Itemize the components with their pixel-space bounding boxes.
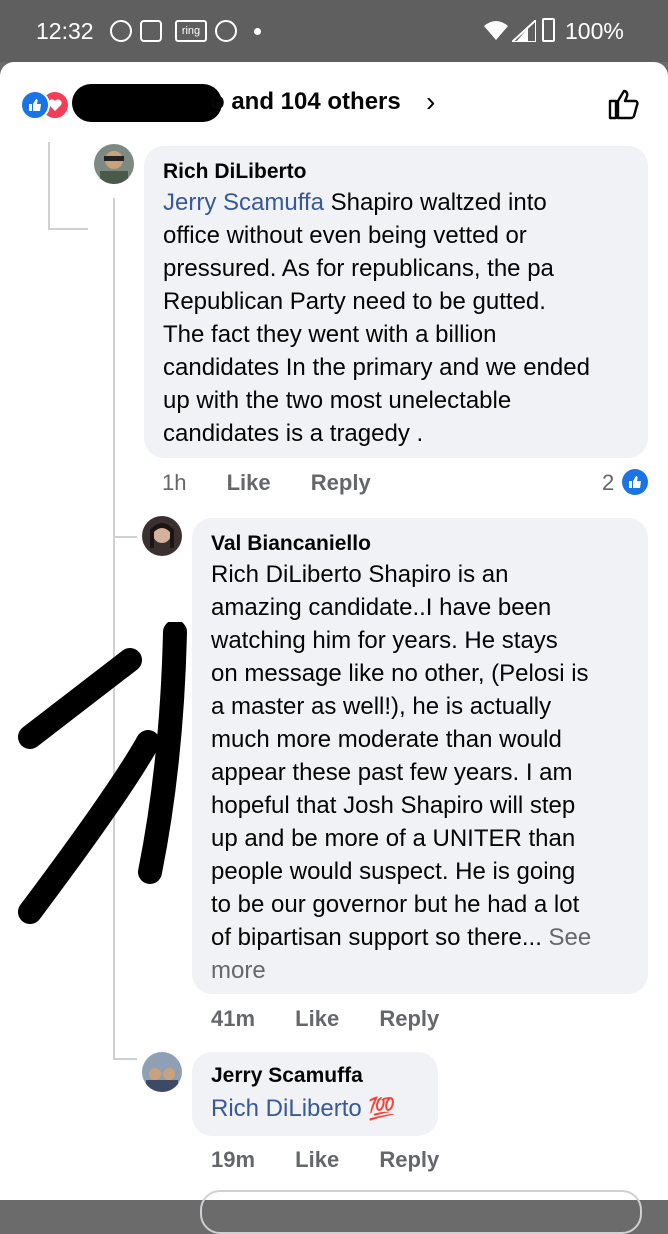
comment-line: up with the two most unelectable (163, 387, 512, 414)
ring-app-icon: ring (175, 20, 207, 42)
avatar[interactable] (94, 144, 134, 184)
comment-text: Rich DiLiberto 💯 (211, 1092, 396, 1125)
comment-line: a master as well!), he is actually (211, 693, 552, 720)
mention-link[interactable]: Jerry Scamuffa (163, 189, 324, 216)
comment-line: amazing candidate..I have been (211, 594, 552, 621)
avatar[interactable] (142, 1052, 182, 1092)
reply-button[interactable]: Reply (379, 1147, 439, 1172)
comment-line: The fact they went with a billion (163, 321, 497, 348)
comment-line: appear these past few years. I am (211, 759, 573, 786)
comment-line: on message like no other, (Pelosi is (211, 660, 589, 687)
comment-input[interactable] (200, 1190, 642, 1234)
comment-time: 1h (162, 470, 187, 495)
comment-line: to be our governor but he had a lot (211, 891, 580, 918)
comment-time: 19m (211, 1147, 256, 1172)
comments-sheet: o and 104 others › Rich DiLiberto Jerry … (0, 62, 668, 1234)
comment-line: Shapiro waltzed into (323, 189, 547, 216)
comment-line: watching him for years. He stays (211, 627, 558, 654)
sync-icon (215, 20, 237, 42)
like-reaction-icon (20, 90, 50, 120)
comment-line: hopeful that Josh Shapiro will step (211, 792, 576, 819)
comment-line: people would suspect. He is going (211, 858, 576, 885)
comment-line: pressured. As for republicans, the pa (163, 255, 554, 282)
comment-author[interactable]: Val Biancaniello (211, 532, 371, 556)
chevron-right-icon[interactable]: › (426, 86, 435, 118)
comment-meta: 1h Like Reply (162, 470, 405, 496)
comment-meta: 19m Like Reply (211, 1147, 473, 1173)
comment-bubble[interactable]: Val Biancaniello Rich DiLiberto Shapiro … (192, 518, 648, 994)
thread-line (48, 142, 50, 230)
scribble-mark (18, 622, 187, 924)
comment-author[interactable]: Jerry Scamuffa (211, 1064, 363, 1088)
comment-text: Jerry Scamuffa Shapiro waltzed into offi… (163, 186, 643, 450)
see-more-link[interactable]: more (211, 954, 641, 987)
like-button[interactable]: Like (227, 470, 271, 495)
messenger-icon (110, 20, 132, 42)
more-notifications-icon (254, 28, 261, 35)
wifi-icon (484, 21, 508, 40)
redaction-mark (72, 84, 222, 122)
mention-link[interactable]: Rich DiLiberto (211, 561, 362, 588)
battery-level: 100% (565, 18, 624, 44)
comment-line: much more moderate than would (211, 726, 562, 753)
battery-icon (542, 18, 555, 42)
see-more-link[interactable]: See (549, 924, 592, 951)
comment-line: Republican Party need to be gutted. (163, 288, 546, 315)
thread-line (48, 228, 88, 230)
comment-line: of bipartisan support so there... (211, 924, 549, 951)
thread-line (113, 198, 115, 538)
thread-line (113, 536, 137, 538)
comment-line: Shapiro is an (361, 561, 509, 588)
reply-button[interactable]: Reply (379, 1006, 439, 1031)
comment-time: 41m (211, 1006, 256, 1031)
signal-icon (512, 20, 536, 42)
comment-line: office without even being vetted or (163, 222, 527, 249)
reply-button[interactable]: Reply (311, 470, 371, 495)
comment-line: up and be more of a UNITER than (211, 825, 576, 852)
like-count[interactable]: 2 (602, 470, 614, 496)
comment-author[interactable]: Rich DiLiberto (163, 160, 307, 184)
comment-text: Rich DiLiberto Shapiro is an amazing can… (211, 558, 641, 987)
comment-line: candidates In the primary and we ended (163, 354, 590, 381)
comment-meta: 41m Like Reply (211, 1006, 473, 1032)
avatar[interactable] (142, 516, 182, 556)
hundred-emoji: 💯 (368, 1096, 396, 1121)
mention-link[interactable]: Rich DiLiberto (211, 1095, 362, 1122)
comment-bubble[interactable]: Rich DiLiberto Jerry Scamuffa Shapiro wa… (144, 146, 648, 458)
like-button[interactable]: Like (295, 1147, 339, 1172)
reactions-bar[interactable]: o and 104 others › (0, 62, 668, 142)
chat-icon (140, 20, 162, 42)
reaction-summary[interactable]: o and 104 others (210, 88, 401, 116)
status-bar: 12:32 ring 100% (0, 0, 668, 62)
like-button[interactable]: Like (295, 1006, 339, 1031)
comment-line: candidates is a tragedy . (163, 420, 424, 447)
thread-line (113, 1058, 137, 1060)
status-time: 12:32 (36, 18, 94, 44)
thumbs-up-icon[interactable] (606, 86, 642, 122)
like-reaction-icon (622, 469, 648, 495)
comment-bubble[interactable]: Jerry Scamuffa Rich DiLiberto 💯 (192, 1052, 438, 1136)
